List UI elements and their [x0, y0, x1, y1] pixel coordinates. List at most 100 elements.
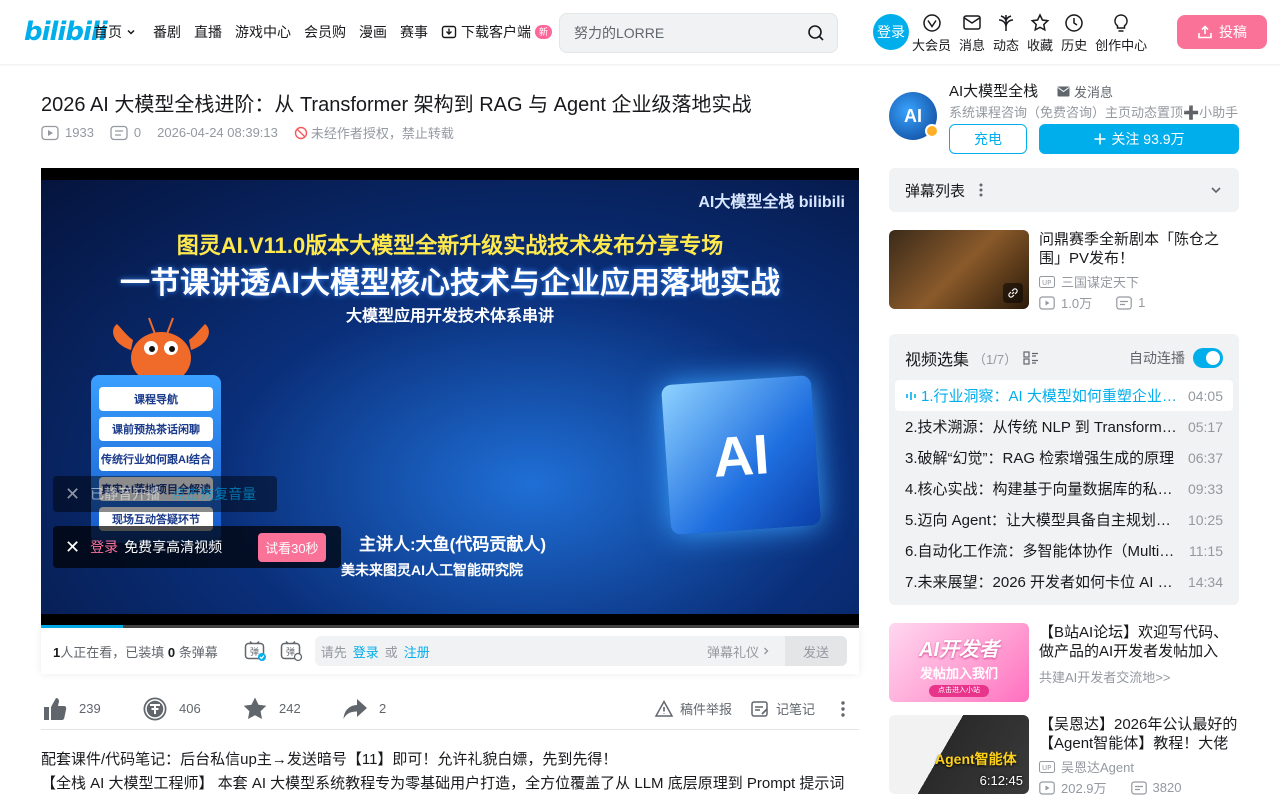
plus-icon	[1093, 132, 1111, 146]
top-nav: 首页 番剧 直播 游戏中心 会员购 漫画 赛事 下载客户端 新	[94, 0, 565, 64]
favorite-button[interactable]: 242	[241, 695, 341, 723]
video-thumbnail[interactable]	[889, 230, 1029, 309]
thumbs-up-icon	[41, 695, 79, 723]
nav-download-client[interactable]: 下载客户端 新	[441, 22, 553, 42]
recommended-forum-card[interactable]: AI开发者 发帖加入我们 点击进入小站 【B站AI论坛】欢迎写代码、做产品的AI…	[889, 623, 1239, 703]
search-box	[559, 13, 838, 53]
share-button[interactable]: 2	[341, 695, 441, 723]
entry-creator-label: 创作中心	[1095, 38, 1148, 53]
send-danmaku-button[interactable]: 发送	[785, 636, 847, 666]
login-toast-link[interactable]: 登录	[90, 537, 118, 557]
playlist-item[interactable]: 2.技术溯源：从传统 NLP 到 Transformer 架构 05:17	[895, 411, 1233, 442]
up-description: 系统课程咨询（免费咨询）主页动态置顶➕小助手	[949, 105, 1239, 120]
entry-favorite[interactable]: 收藏	[1027, 12, 1053, 54]
danmaku-settings-icon[interactable]: 弹	[279, 639, 303, 663]
playlist-item[interactable]: 5.迈向 Agent：让大模型具备自主规划能力 10:25	[895, 504, 1233, 535]
poster-menu-item: 课前预热茶话闲聊	[99, 417, 213, 441]
nav-mall[interactable]: 会员购	[304, 22, 346, 42]
entry-history[interactable]: 历史	[1061, 12, 1087, 54]
playlist-item-duration: 14:34	[1187, 573, 1223, 590]
danmaku-list-panel[interactable]: 弹幕列表	[889, 168, 1239, 212]
send-message-label: 发消息	[1074, 85, 1114, 100]
forum-banner-thumbnail[interactable]: AI开发者 发帖加入我们 点击进入小站	[889, 623, 1029, 702]
more-options-icon[interactable]	[833, 699, 859, 719]
nav-manga[interactable]: 漫画	[359, 22, 387, 42]
upload-button[interactable]: 投稿	[1177, 15, 1267, 49]
playlist-item[interactable]: 4.核心实战：构建基于向量数据库的私有知识库 09:33	[895, 473, 1233, 504]
entry-creator-center[interactable]: 创作中心	[1095, 12, 1147, 54]
playlist-item-title: 3.破解“幻觉”：RAG 检索增强生成的原理	[905, 450, 1175, 467]
playlist-item[interactable]: 3.破解“幻觉”：RAG 检索增强生成的原理 06:37	[895, 442, 1233, 473]
playlist-item[interactable]: 7.未来展望：2026 开发者如何卡位 AI 时代 14:34	[895, 566, 1233, 597]
recommend-comments: 1	[1116, 295, 1157, 310]
svg-text:弹: 弹	[250, 646, 259, 658]
chevron-down-icon[interactable]	[1209, 183, 1223, 197]
forum-card-title[interactable]: 【B站AI论坛】欢迎写代码、做产品的AI开发者发帖加入	[1039, 623, 1239, 661]
report-button[interactable]: 稿件举报	[654, 699, 732, 719]
nav-live[interactable]: 直播	[194, 22, 222, 42]
charge-button[interactable]: 充电	[949, 124, 1027, 154]
search-icon[interactable]	[807, 24, 825, 42]
video-thumbnail[interactable]: Agent智能体 6:12:45	[889, 715, 1029, 794]
like-button[interactable]: 239	[41, 695, 141, 723]
follow-button[interactable]: 关注 93.9万	[1039, 124, 1239, 154]
star-icon	[1029, 12, 1051, 35]
coin-button[interactable]: 406	[141, 695, 241, 723]
nav-home-label: 首页	[94, 24, 122, 40]
login-link[interactable]: 登录	[353, 642, 379, 661]
send-message-button[interactable]: 发消息	[1057, 82, 1113, 101]
entry-vip[interactable]: 大会员	[912, 12, 951, 54]
entry-message[interactable]: 消息	[959, 12, 985, 54]
up-name[interactable]: AI大模型全栈	[949, 80, 1038, 101]
nav-game-center[interactable]: 游戏中心	[235, 22, 291, 42]
recommend-views: 1.0万	[1039, 293, 1104, 312]
search-input[interactable]	[574, 25, 807, 41]
video-meta: 1933 0 2026-04-24 08:39:13 未经作者授权，禁止转载	[41, 123, 454, 142]
playlist-item[interactable]: 6.自动化工作流：多智能体协作（Multi-Agent） 11:15	[895, 535, 1233, 566]
nav-bangumi[interactable]: 番剧	[153, 22, 181, 42]
autoplay-switch[interactable]	[1193, 348, 1223, 368]
list-view-icon[interactable]	[1023, 351, 1039, 365]
message-icon	[961, 12, 983, 35]
recommended-video-ad[interactable]: 问鼎赛季全新剧本「陈仓之围」PV发布！ UP 三国谋定天下 1.0万 1	[889, 230, 1239, 312]
envelope-icon	[1057, 86, 1074, 97]
autoplay-toggle[interactable]: 自动连播	[1129, 348, 1223, 368]
up-tag-icon: UP	[1039, 275, 1061, 288]
playlist-item-duration: 10:25	[1187, 511, 1223, 528]
like-count: 239	[79, 701, 101, 716]
danmaku-sending-bar: 1人正在看，已装填 0 条弹幕 弹 弹 请先 登录 或 注册 弹幕礼仪 发送	[41, 628, 859, 674]
poster-speaker-org: 美未来图灵AI人工智能研究院	[341, 562, 523, 578]
entry-message-label: 消息	[959, 38, 986, 53]
coin-count: 406	[179, 701, 201, 716]
close-icon[interactable]: ✕	[65, 537, 80, 558]
publish-date: 2026-04-24 08:39:13	[157, 125, 278, 140]
take-note-button[interactable]: 记笔记	[750, 699, 815, 719]
nav-home[interactable]: 首页	[94, 22, 140, 42]
login-avatar-button[interactable]: 登录	[873, 14, 909, 50]
nav-match[interactable]: 赛事	[400, 22, 428, 42]
bilibili-logo[interactable]: bilibili	[24, 16, 108, 48]
forum-card-subtitle[interactable]: 共建AI开发者交流地>>	[1039, 667, 1170, 686]
restore-volume-link[interactable]: 点击恢复音量	[172, 484, 256, 504]
recommend-author[interactable]: UP 三国谋定天下	[1039, 272, 1139, 291]
danmaku-toggle-icon[interactable]: 弹	[243, 639, 267, 663]
danmaku-etiquette-link[interactable]: 弹幕礼仪	[707, 642, 771, 661]
playlist-item-duration: 05:17	[1187, 418, 1223, 435]
video-player[interactable]: AI大模型全栈 bilibili 图灵AI.V11.0版本大模型全新升级实战技术…	[41, 168, 859, 628]
try-30s-button[interactable]: 试看30秒	[258, 532, 326, 562]
recommend-author[interactable]: UP 吴恩达Agent	[1039, 757, 1134, 776]
login-toast-text: 免费享高清视频	[124, 539, 223, 555]
playlist-item[interactable]: 1.行业洞察：AI 大模型如何重塑企业级应用 04:05	[895, 380, 1233, 411]
playlist-item-title: 5.迈向 Agent：让大模型具备自主规划能力	[905, 512, 1178, 529]
recommend-stats: 202.9万 3820	[1039, 778, 1205, 797]
danmaku-input[interactable]: 请先 登录 或 注册 弹幕礼仪 发送	[314, 636, 847, 666]
forum-banner-title: AI开发者	[919, 639, 999, 661]
up-avatar[interactable]: AI	[889, 92, 939, 140]
more-vertical-icon[interactable]	[979, 183, 983, 197]
recommend-title[interactable]: 【吴恩达】2026年公认最好的【Agent智能体】教程！大佬带你	[1039, 715, 1239, 753]
recommended-video[interactable]: Agent智能体 6:12:45 【吴恩达】2026年公认最好的【Agent智能…	[889, 715, 1239, 797]
recommend-title[interactable]: 问鼎赛季全新剧本「陈仓之围」PV发布！	[1039, 230, 1239, 268]
entry-dynamic[interactable]: 动态	[993, 12, 1019, 54]
close-icon[interactable]: ✕	[65, 484, 80, 505]
register-link[interactable]: 注册	[404, 642, 430, 661]
